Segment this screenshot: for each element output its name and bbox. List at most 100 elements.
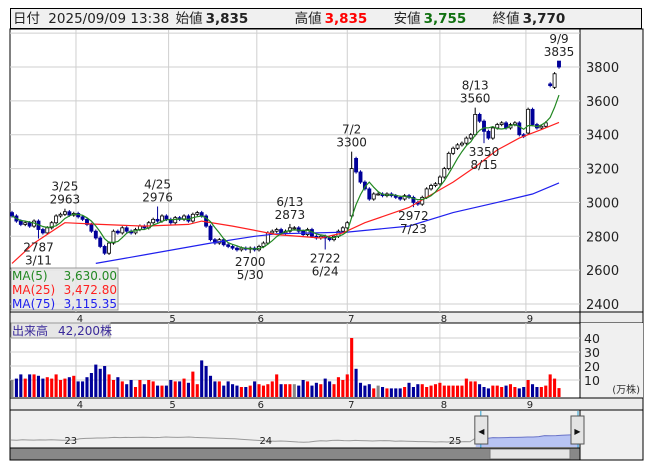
candle-body — [111, 230, 116, 244]
volume-bar — [156, 385, 160, 397]
volume-bar — [513, 387, 517, 397]
volume-bar — [125, 384, 129, 397]
candle-body — [107, 242, 111, 254]
volume-bar — [160, 385, 164, 397]
volume-bar — [111, 380, 116, 397]
candle-body — [451, 147, 456, 154]
volume-bar — [142, 384, 146, 397]
volume-bar — [103, 366, 107, 397]
candle-body — [239, 247, 244, 251]
volume-bar — [447, 385, 451, 397]
price-tick-label: 3000 — [586, 196, 619, 211]
candle-body — [58, 213, 63, 217]
candle-body — [429, 185, 434, 190]
navigator-year-label: 25 — [449, 436, 462, 447]
volume-bar — [292, 384, 296, 397]
candle-body — [552, 73, 557, 88]
candle-body — [27, 222, 32, 227]
volume-bar — [548, 374, 552, 397]
ma25-label: MA(25) — [12, 283, 55, 297]
candle-body — [18, 220, 23, 225]
volume-bar — [235, 385, 239, 397]
annotation-value: 3300 — [336, 136, 367, 150]
volume-bar — [195, 384, 199, 397]
candle-body — [539, 125, 544, 129]
month-label: 7 — [348, 314, 354, 325]
volume-tick-label: 20 — [584, 359, 600, 374]
volume-bar — [169, 380, 173, 397]
volume-bar — [191, 371, 195, 397]
month-label: 5 — [169, 400, 175, 411]
volume-bar — [464, 378, 468, 397]
candle-body — [98, 237, 103, 247]
volume-bar — [173, 381, 177, 397]
volume-bar — [332, 384, 336, 397]
volume-bar — [257, 384, 261, 397]
candle-body — [45, 227, 50, 234]
annotation-value: 2972 — [398, 209, 429, 223]
candle-body — [526, 108, 531, 134]
annotation-date: 8/15 — [471, 158, 498, 172]
volume-bar — [10, 380, 14, 397]
annotation-value: 2787 — [23, 240, 54, 254]
annotation-date: 6/13 — [276, 195, 303, 209]
volume-bar — [288, 384, 292, 397]
volume-bar — [213, 381, 217, 397]
volume-bar — [275, 374, 279, 397]
ma25-line — [11, 121, 560, 264]
volume-bar — [376, 385, 380, 397]
volume-bar — [182, 378, 186, 397]
volume-bar — [200, 360, 204, 397]
volume-bar — [32, 374, 36, 397]
month-label: 7 — [348, 400, 354, 411]
volume-bar — [482, 387, 486, 397]
annotation-date: 3/25 — [51, 180, 78, 194]
volume-bar — [517, 388, 521, 397]
volume-bar — [261, 385, 265, 397]
candle-body — [495, 124, 500, 129]
scrollbar-thumb[interactable] — [489, 448, 571, 460]
volume-bar — [63, 378, 67, 397]
volume-bar — [557, 388, 561, 397]
candle-body — [548, 83, 553, 87]
candle-body — [530, 108, 535, 125]
volume-bar — [310, 385, 314, 397]
volume-bar — [19, 374, 23, 397]
volume-bar — [495, 385, 499, 397]
volume-tick-label: 10 — [584, 373, 600, 388]
volume-bar — [253, 381, 257, 397]
price-tick-label: 2600 — [586, 264, 619, 279]
ma75-value: 3,115.35 — [64, 297, 117, 311]
candle-body — [446, 152, 451, 169]
ma5-value: 3,630.00 — [64, 269, 117, 283]
volume-bar — [381, 387, 385, 397]
volume-bar — [500, 387, 504, 397]
volume-bar — [266, 384, 270, 397]
volume-bar — [403, 387, 407, 397]
volume-bar — [186, 382, 190, 397]
candle-body — [455, 144, 460, 149]
month-label: 5 — [169, 314, 175, 325]
price-tick-label: 3600 — [586, 95, 619, 110]
candle-body — [460, 142, 464, 146]
candle-body — [80, 216, 85, 220]
volume-bar — [508, 384, 513, 397]
volume-bar — [28, 374, 32, 397]
navigator-left-arrow-icon: ◀ — [478, 427, 485, 436]
price-tick-label: 2400 — [586, 298, 619, 313]
volume-bar — [244, 387, 248, 397]
candle-body — [433, 183, 438, 186]
month-label: 4 — [77, 400, 83, 411]
month-label: 9 — [527, 400, 533, 411]
volume-tick-label: 30 — [584, 345, 600, 360]
candle-body — [115, 230, 120, 234]
candle-body — [124, 227, 129, 232]
candle-body — [398, 196, 403, 200]
candle-body — [10, 212, 14, 217]
volume-bar — [460, 385, 464, 397]
volume-value: 42,200株 — [58, 323, 112, 338]
volume-bar — [76, 381, 80, 397]
candle-body — [93, 230, 98, 239]
volume-bar — [94, 364, 98, 397]
candle-body — [327, 237, 332, 241]
